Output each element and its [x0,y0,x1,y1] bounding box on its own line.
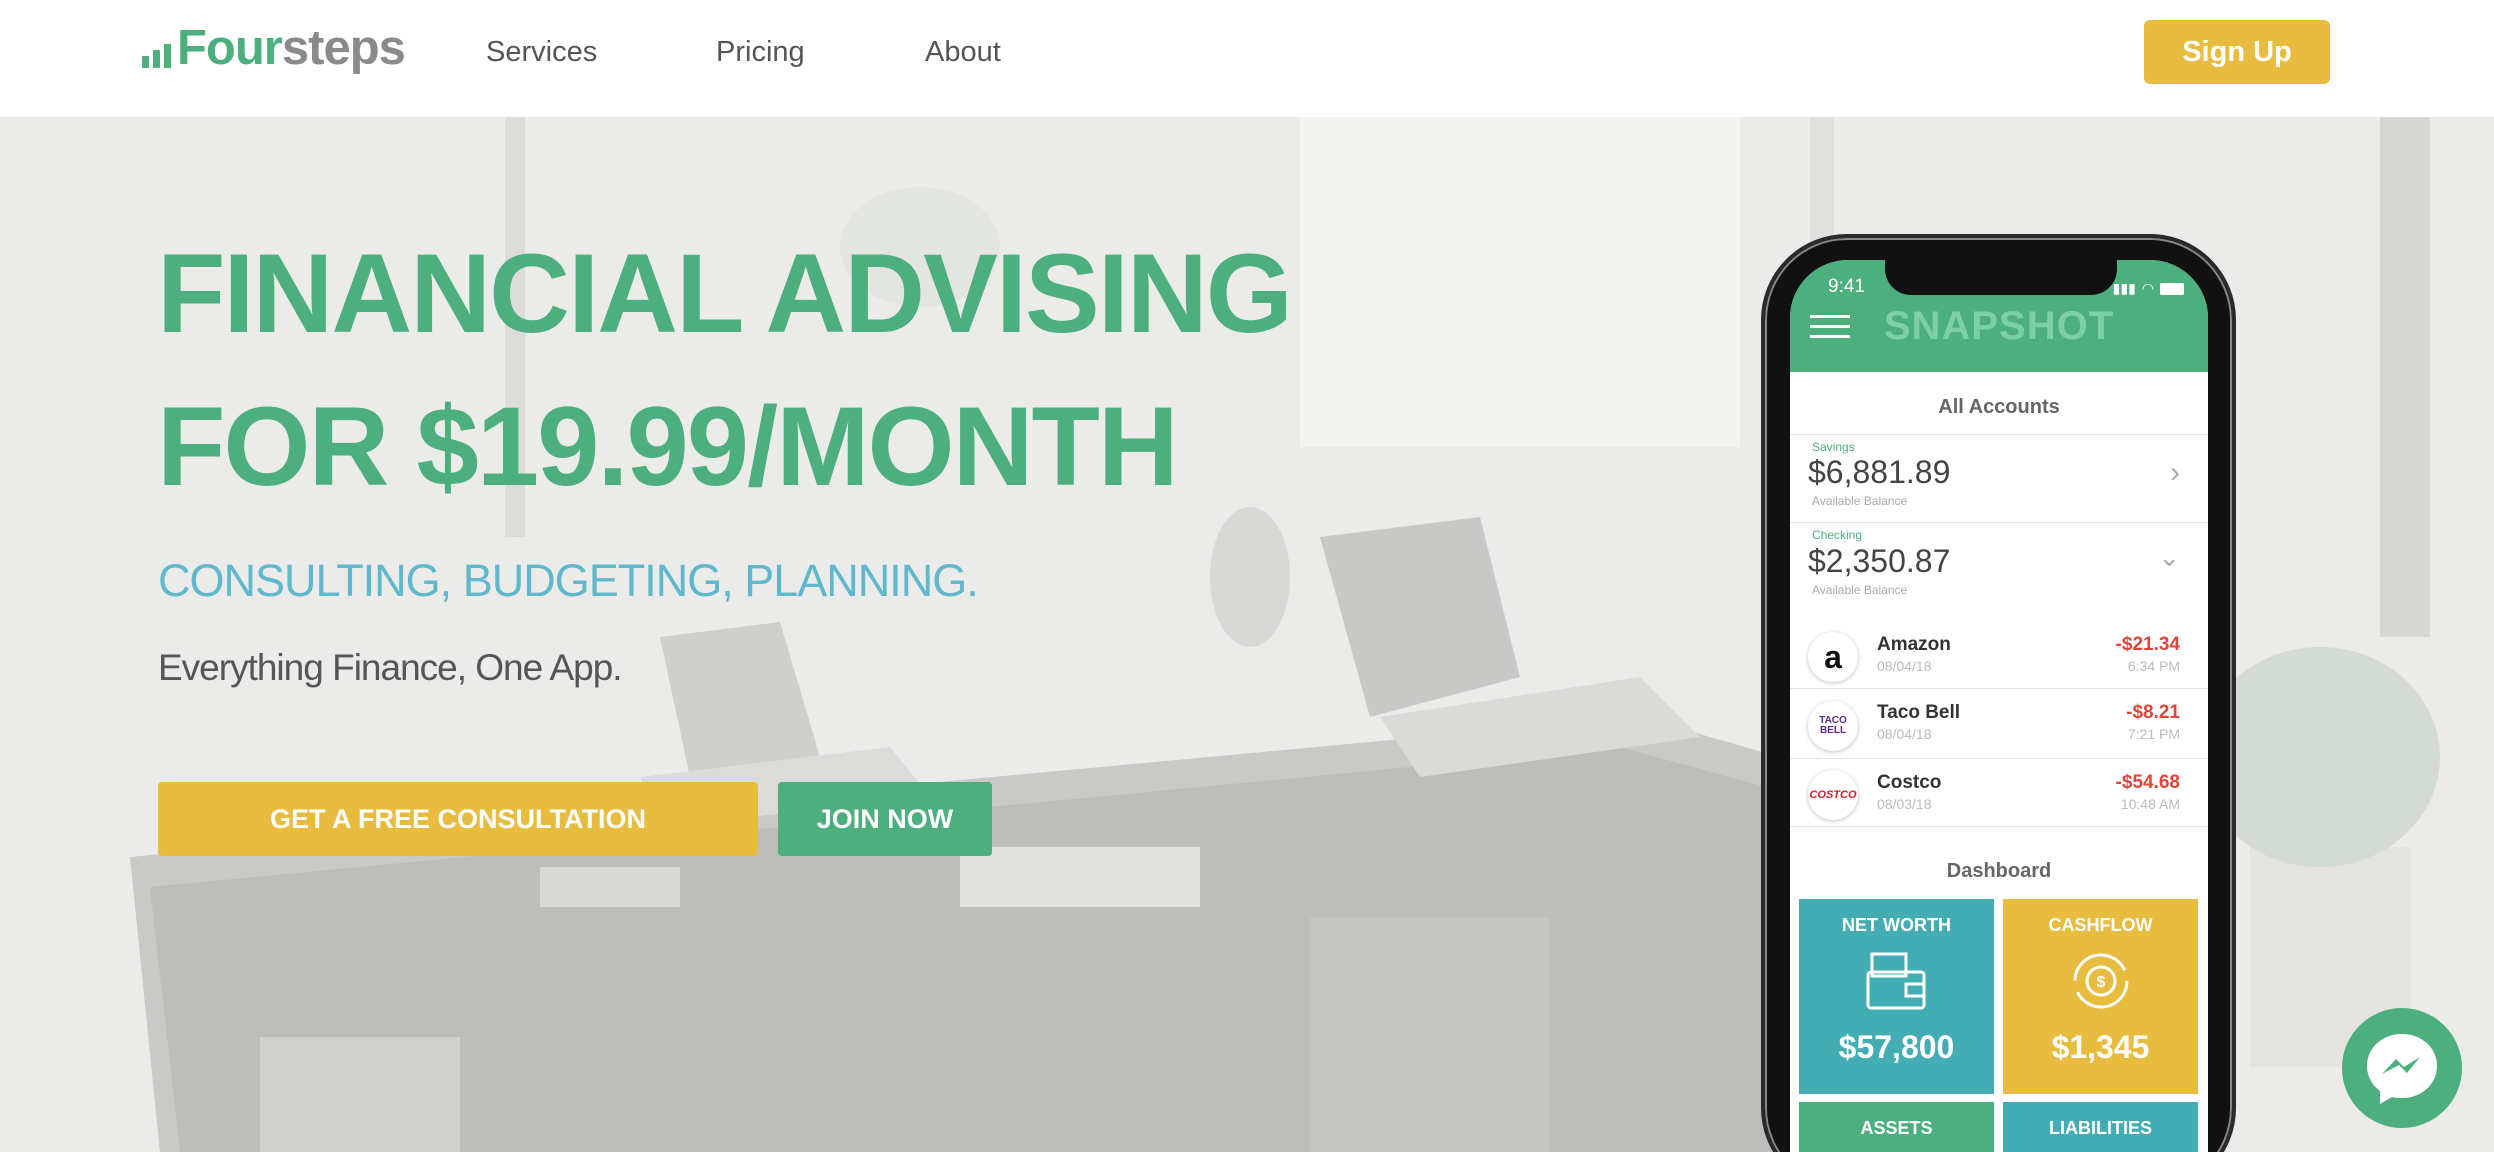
tile-value: $1,345 [2051,1029,2150,1065]
messenger-icon [2367,1034,2437,1104]
tile-label: CASHFLOW [2048,915,2153,935]
nav-link-pricing[interactable]: Pricing [716,32,805,72]
hero-tagline: Everything Finance, One App. [158,647,623,688]
wallet-icon [1866,952,1925,1010]
join-now-button[interactable]: JOIN NOW [778,782,992,856]
sign-up-button[interactable]: Sign Up [2144,20,2330,84]
account-note: Available Balance [1812,583,1908,597]
chevron-down-icon: ⌄ [2158,542,2180,572]
transaction-time: 10:48 AM [2120,796,2180,812]
account-amount: $2,350.87 [1808,543,1951,579]
tile-cashflow[interactable]: CASHFLOW $ $1,345 [2003,899,2198,1094]
tile-label: NET WORTH [1842,915,1951,935]
transaction-date: 08/03/18 [1877,796,1932,812]
messenger-chat-button[interactable] [2342,1008,2462,1128]
transaction-amount: -$54.68 [2115,772,2180,793]
chevron-right-icon: › [2170,456,2180,489]
taco-bell-logo-icon: TACO BELL [1808,701,1858,751]
transaction-name: Costco [1877,772,1942,793]
amazon-logo-icon: a [1808,632,1858,682]
tile-value: $57,800 [1838,1029,1955,1065]
app-title: SNAPSHOT [1883,304,2115,348]
transaction-date: 08/04/18 [1877,726,1932,742]
phone-screen: 9:41 ▮▮▮ ◠ SNAPSHOT All Accounts Savings… [1790,260,2208,1152]
transaction-name: Taco Bell [1877,702,1961,723]
status-icons: ▮▮▮ ◠ [2113,280,2184,297]
account-type: Checking [1812,528,1863,542]
logo-text-four: Four [177,21,283,75]
tile-assets[interactable]: ASSETS [1799,1102,1994,1152]
tile-net-worth[interactable]: NET WORTH $57,800 [1799,899,1994,1094]
battery-icon [2160,282,2184,295]
logo-bars-icon [142,44,171,68]
account-amount: $6,881.89 [1808,454,1951,490]
hero-headline-line1: FINANCIAL ADVISING [157,231,1293,356]
transaction-date: 08/04/18 [1877,658,1932,674]
transaction-amount: -$8.21 [2126,702,2180,723]
transaction-amount: -$21.34 [2115,634,2180,655]
hero-subheadline: CONSULTING, BUDGETING, PLANNING. [158,555,979,606]
all-accounts-heading: All Accounts [1938,396,2060,418]
signal-icon: ▮▮▮ [2112,280,2136,296]
dashboard-heading: Dashboard [1946,860,2052,882]
cashflow-cycle-icon: $ [2073,953,2128,1009]
tile-label: ASSETS [1860,1118,1933,1138]
status-time: 9:41 [1828,276,1865,297]
tile-liabilities[interactable]: LIABILITIES [2003,1102,2198,1152]
nav-link-about[interactable]: About [925,32,1001,72]
navbar: Foursteps Services Pricing About Sign Up [0,0,2494,117]
svg-text:$: $ [2096,974,2105,991]
costco-logo-icon: COSTCO [1808,770,1858,820]
transaction-name: Amazon [1877,634,1951,655]
free-consultation-button[interactable]: GET A FREE CONSULTATION [158,782,758,856]
hero-headline-line2: FOR $19.99/MONTH [157,384,1179,509]
account-note: Available Balance [1812,494,1908,508]
nav-link-services[interactable]: Services [486,32,597,72]
transaction-time: 6:34 PM [2127,658,2180,674]
tile-label: LIABILITIES [2049,1118,2152,1138]
logo[interactable]: Foursteps [142,18,406,78]
wifi-icon: ◠ [2141,280,2154,296]
account-type: Savings [1812,440,1855,454]
phone-notch [1885,260,2117,295]
transaction-time: 7:21 PM [2127,726,2180,742]
logo-text-steps: steps [281,21,406,75]
